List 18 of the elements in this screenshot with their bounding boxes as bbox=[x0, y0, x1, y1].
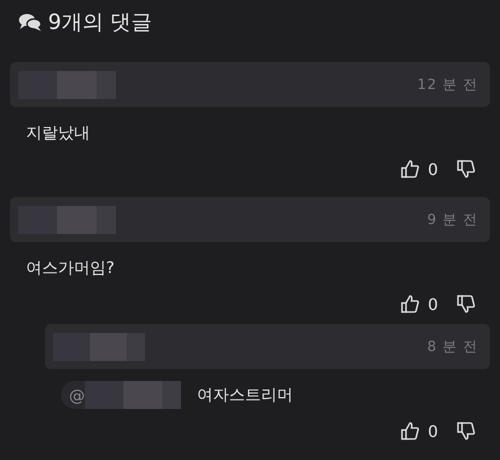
thumbs-up-icon[interactable] bbox=[400, 294, 420, 314]
thumbs-down-icon[interactable] bbox=[456, 159, 476, 179]
comments-title: 9개의 댓글 bbox=[48, 9, 152, 36]
like-count: 0 bbox=[428, 294, 438, 314]
thumbs-up-icon[interactable] bbox=[400, 421, 420, 441]
comment-text: 여자스트리머 bbox=[197, 384, 293, 406]
comment-time: 12 분 전 bbox=[417, 76, 478, 94]
thumbs-down-icon[interactable] bbox=[456, 294, 476, 314]
thumbs-up-icon[interactable] bbox=[400, 159, 420, 179]
comments-icon bbox=[18, 12, 42, 32]
comment-time: 9 분 전 bbox=[427, 210, 478, 228]
comment-text: 지랄났내 bbox=[26, 122, 90, 144]
comment-time: 8 분 전 bbox=[427, 338, 478, 356]
thumbs-down-icon[interactable] bbox=[456, 421, 476, 441]
like-count: 0 bbox=[428, 422, 438, 440]
comment-text: 여스가머임? bbox=[26, 258, 114, 278]
mention-tag[interactable]: @ bbox=[61, 381, 181, 409]
like-count: 0 bbox=[428, 160, 438, 178]
